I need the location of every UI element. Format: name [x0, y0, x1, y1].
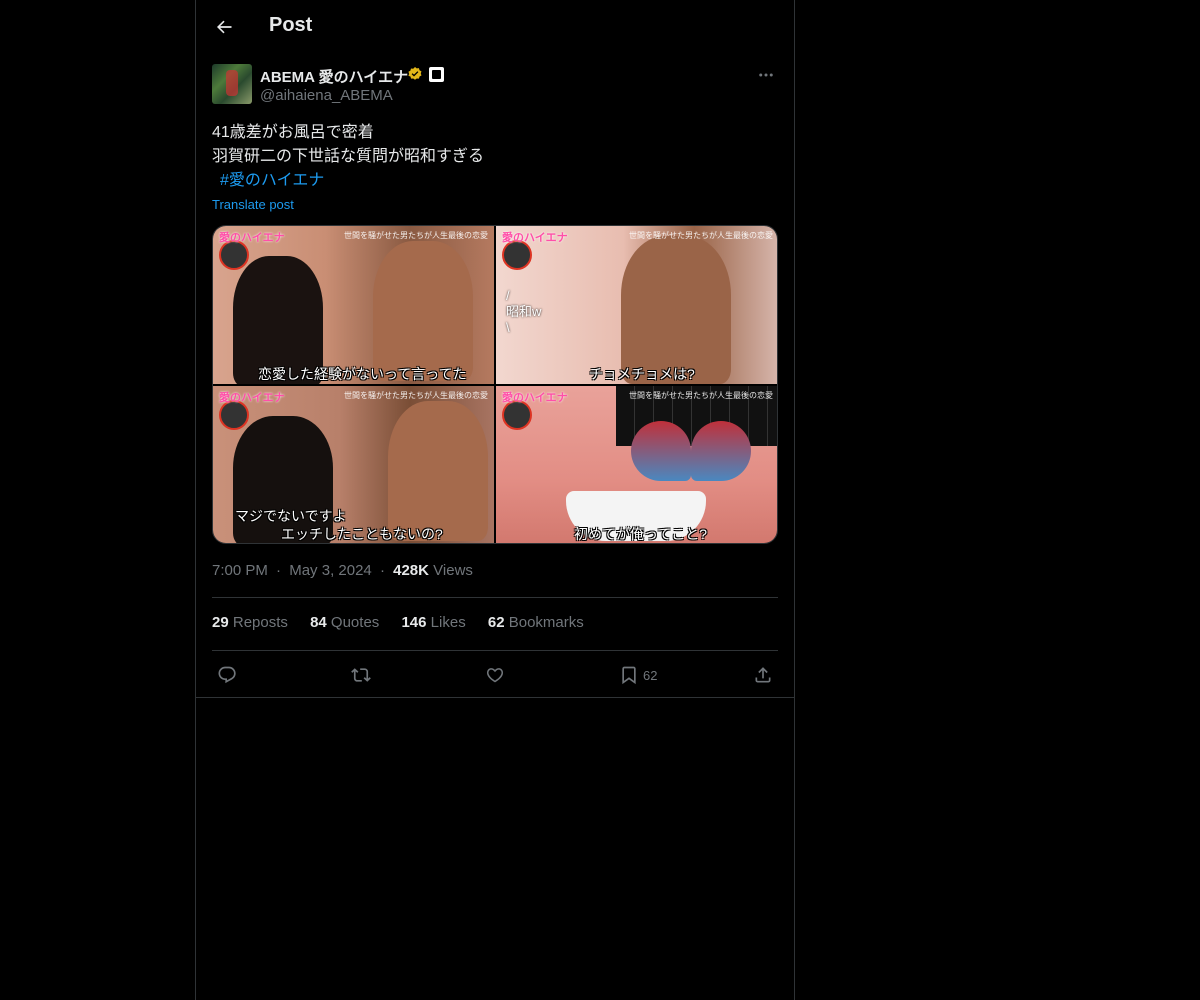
post-text: 41歳差がお風呂で密着 羽賀研二の下世話な質問が昭和すぎる #愛のハイエナ [212, 121, 778, 193]
translate-post-link[interactable]: Translate post [212, 197, 294, 212]
post-date[interactable]: May 3, 2024 [289, 562, 372, 579]
side-text: / 昭和w \ [506, 288, 541, 336]
show-logo: 愛のハイエナ [219, 232, 285, 244]
heart-icon [486, 668, 504, 683]
person-figure [621, 236, 731, 384]
arrow-left-icon [217, 20, 232, 34]
like-button[interactable] [485, 662, 505, 688]
share-icon [755, 667, 771, 683]
media-image-2[interactable]: 愛のハイエナ 世間を騒がせた男たちが人生最後の恋愛 / 昭和w \ チョメチョメ… [496, 226, 777, 384]
media-image-1[interactable]: 愛のハイエナ 世間を騒がせた男たちが人生最後の恋愛 恋愛した経験がないって言って… [213, 226, 494, 384]
author-display-name[interactable]: ABEMA 愛のハイエナ [260, 66, 408, 87]
page-header: Post [196, 0, 794, 54]
wing-art [691, 421, 751, 481]
action-bar: 62 [212, 662, 778, 688]
views-label: Views [433, 562, 473, 579]
reply-button[interactable] [217, 662, 237, 688]
post-meta: 7:00 PM · May 3, 2024 · 428K Views [212, 562, 473, 579]
top-caption: 世間を騒がせた男たちが人生最後の恋愛 [344, 391, 488, 400]
verified-badge-icon[interactable] [407, 66, 423, 82]
post-author: ABEMA 愛のハイエナ @aihaiena_ABEMA [212, 64, 778, 108]
quotes-label: Quotes [330, 614, 380, 631]
divider [196, 697, 794, 698]
post-text-line: 羽賀研二の下世話な質問が昭和すぎる [212, 148, 485, 165]
share-button[interactable] [753, 662, 773, 688]
bookmarks-stat[interactable]: 62 Bookmarks [488, 614, 584, 631]
more-dots-icon [759, 73, 773, 77]
divider [212, 597, 778, 598]
person-figure [388, 401, 488, 541]
reposts-label: Reposts [232, 614, 288, 631]
media-grid[interactable]: 愛のハイエナ 世間を騒がせた男たちが人生最後の恋愛 恋愛した経験がないって言って… [212, 225, 778, 544]
post-time[interactable]: 7:00 PM [212, 562, 268, 579]
bookmark-button[interactable]: 62 [619, 662, 657, 688]
show-logo: 愛のハイエナ [219, 392, 285, 404]
back-button[interactable] [210, 13, 238, 41]
side-text-line: \ [506, 320, 510, 335]
affiliate-badge-icon[interactable] [429, 67, 444, 82]
author-handle[interactable]: @aihaiena_ABEMA [260, 87, 393, 104]
side-text-line: / [506, 288, 510, 303]
meta-separator: · [276, 562, 282, 579]
likes-label: Likes [430, 614, 466, 631]
subtitle-caption: エッチしたこともないの? [281, 526, 443, 542]
side-text-line: 昭和w [506, 304, 542, 319]
page-title: Post [269, 14, 313, 36]
post-stats: 29 Reposts 84 Quotes 146 Likes 62 Bookma… [212, 614, 602, 631]
quotes-stat[interactable]: 84 Quotes [310, 614, 379, 631]
bookmark-icon [622, 666, 636, 685]
reposts-stat[interactable]: 29 Reposts [212, 614, 288, 631]
show-logo: 愛のハイエナ [502, 232, 568, 244]
hashtag-link[interactable]: #愛のハイエナ [212, 172, 324, 189]
subtitle-caption: 恋愛した経験がないって言ってた [258, 366, 467, 382]
bookmarks-label: Bookmarks [508, 614, 584, 631]
person-figure [373, 241, 473, 381]
bookmarks-count: 62 [487, 614, 505, 631]
top-caption: 世間を騒がせた男たちが人生最後の恋愛 [629, 391, 773, 400]
subtitle-caption: マジでないですよ [235, 508, 347, 524]
likes-count: 146 [401, 614, 427, 631]
quotes-count: 84 [310, 614, 327, 631]
top-caption: 世間を騒がせた男たちが人生最後の恋愛 [344, 231, 488, 240]
reposts-count: 29 [212, 614, 229, 631]
views-count: 428K [393, 562, 429, 579]
reply-icon [218, 666, 236, 684]
avatar[interactable] [212, 64, 252, 104]
divider [212, 650, 778, 651]
show-logo: 愛のハイエナ [502, 392, 568, 404]
main-column: Post ABEMA 愛のハイエナ @aihaiena_ABEMA 41歳差がお… [195, 0, 795, 1000]
repost-icon [351, 668, 371, 682]
subtitle-caption: 初めてが俺ってこと? [574, 526, 708, 542]
more-options-button[interactable] [754, 64, 778, 86]
media-image-4[interactable]: 愛のハイエナ 世間を騒がせた男たちが人生最後の恋愛 初めてが俺ってこと? [496, 386, 777, 543]
likes-stat[interactable]: 146 Likes [401, 614, 465, 631]
repost-button[interactable] [351, 662, 371, 688]
media-image-3[interactable]: 愛のハイエナ 世間を騒がせた男たちが人生最後の恋愛 マジでないですよ エッチした… [213, 386, 494, 543]
post-text-line: 41歳差がお風呂で密着 [212, 124, 374, 141]
bookmark-count: 62 [643, 667, 658, 683]
top-caption: 世間を騒がせた男たちが人生最後の恋愛 [629, 231, 773, 240]
wing-art [631, 421, 691, 481]
meta-separator: · [379, 562, 385, 579]
subtitle-caption: チョメチョメは? [589, 366, 695, 382]
